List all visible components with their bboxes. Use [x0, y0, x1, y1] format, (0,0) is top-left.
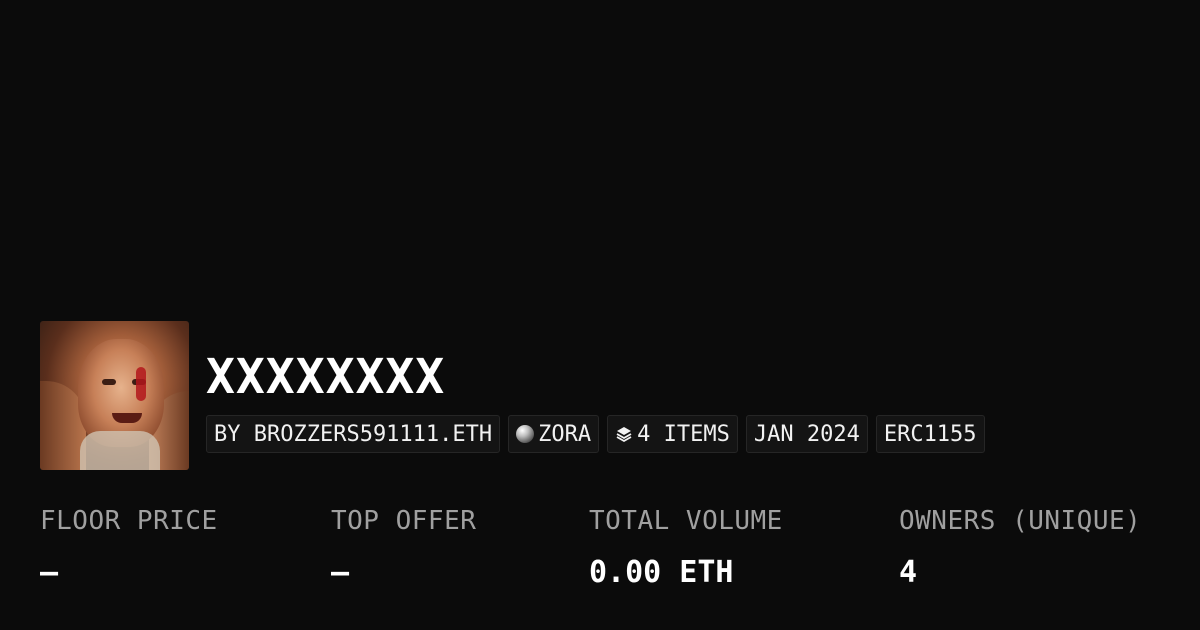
owners-value: 4 — [899, 555, 918, 590]
layers-icon — [616, 427, 632, 443]
standard-tag: ERC1155 — [875, 415, 985, 453]
items-tag[interactable]: 4 ITEMS — [607, 415, 738, 453]
avatar-shirt — [80, 431, 160, 470]
date-tag: JAN 2024 — [745, 415, 868, 453]
creator-label: BY BROZZERS591111.ETH — [214, 421, 493, 447]
top-offer-label: TOP OFFER — [331, 506, 477, 536]
stat-top-offer: TOP OFFER – — [331, 505, 476, 591]
avatar-blood-streak — [136, 367, 146, 401]
owners-label: OWNERS (UNIQUE) — [899, 506, 1142, 536]
items-label: 4 ITEMS — [637, 421, 730, 447]
creator-tag[interactable]: BY BROZZERS591111.ETH — [206, 415, 501, 453]
floor-price-value: – — [40, 555, 59, 590]
standard-label: ERC1155 — [883, 421, 977, 447]
network-tag[interactable]: ZORA — [508, 415, 600, 453]
total-volume-value: 0.00 ETH — [589, 555, 734, 590]
stat-total-volume: TOTAL VOLUME 0.00 ETH — [589, 505, 783, 591]
stat-floor-price: FLOOR PRICE – — [40, 505, 218, 591]
collection-avatar — [40, 321, 189, 470]
collection-tags: BY BROZZERS591111.ETH ZORA 4 ITEMS JAN 2… — [206, 415, 985, 453]
zora-orb-icon — [516, 425, 535, 443]
network-label: ZORA — [538, 421, 592, 447]
avatar-eye-left — [102, 379, 116, 385]
top-offer-value: – — [331, 555, 350, 590]
collection-title: XXXXXXXX — [206, 349, 446, 405]
date-label: JAN 2024 — [753, 421, 860, 447]
stat-owners: OWNERS (UNIQUE) 4 — [899, 505, 1141, 591]
total-volume-label: TOTAL VOLUME — [589, 506, 783, 536]
floor-price-label: FLOOR PRICE — [40, 506, 218, 536]
